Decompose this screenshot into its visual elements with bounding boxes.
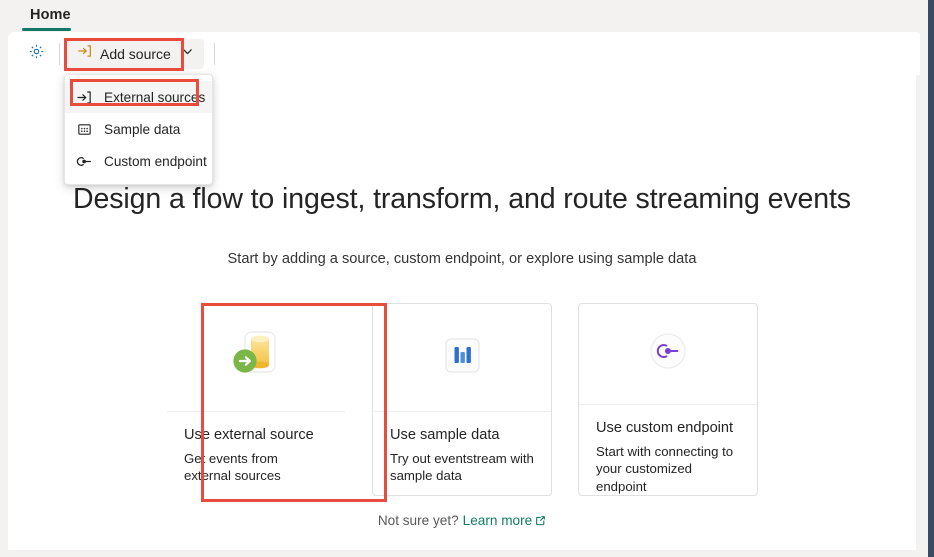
toolbar-divider-1	[59, 42, 60, 65]
card-use-custom-endpoint[interactable]: Use custom endpoint Start with connectin…	[578, 303, 758, 496]
source-card-list: Use external source Get events from exte…	[8, 303, 916, 496]
footer-prompt: Not sure yet?	[377, 513, 459, 528]
menu-item-label: Sample data	[104, 121, 181, 137]
right-navy-edge	[928, 0, 934, 557]
add-source-menu: External sources Sample data Custom endp…	[64, 74, 213, 185]
toolbar: Add source	[8, 32, 922, 75]
page-title: Design a flow to ingest, transform, and …	[73, 183, 851, 215]
tab-home-underline	[22, 28, 71, 31]
card-use-external-source[interactable]: Use external source Get events from exte…	[166, 303, 346, 496]
import-arrow-icon	[77, 43, 93, 64]
card-body: Use custom endpoint Start with connectin…	[579, 405, 757, 495]
app-window: Home Add source External sources Sample …	[0, 0, 934, 557]
card-description: Get events from external sources	[184, 451, 281, 484]
card-description: Start with connecting to your customized…	[596, 443, 734, 494]
card-description: Try out eventstream with sample data	[390, 451, 534, 484]
settings-button[interactable]	[20, 38, 52, 70]
learn-more-link[interactable]: Learn more	[463, 513, 533, 528]
add-source-wrapper: Add source	[67, 38, 204, 70]
custom-endpoint-icon	[76, 153, 93, 170]
card-title: Use external source	[184, 427, 314, 443]
footer-help: Not sure yet? Learn more	[8, 513, 916, 529]
menu-item-label: Custom endpoint	[104, 153, 207, 169]
right-shell-edge	[920, 0, 928, 557]
bottom-shell-edge	[0, 550, 920, 557]
external-link-icon	[535, 514, 546, 529]
bar-chart-icon	[433, 326, 491, 389]
card-body: Use sample data Try out eventstream with…	[373, 412, 551, 485]
page-subtitle: Start by adding a source, custom endpoin…	[227, 251, 697, 267]
tab-strip: Home	[0, 0, 920, 30]
chevron-down-icon	[181, 45, 194, 63]
menu-item-sample-data[interactable]: Sample data	[65, 113, 212, 145]
card-artwork	[373, 304, 551, 412]
database-with-green-arrow-icon	[225, 324, 287, 391]
tab-home-label: Home	[30, 7, 71, 23]
menu-item-custom-endpoint[interactable]: Custom endpoint	[65, 145, 212, 177]
custom-endpoint-circle-icon	[639, 322, 697, 385]
left-shell-edge	[0, 75, 8, 557]
menu-item-external-sources[interactable]: External sources	[65, 81, 212, 113]
card-use-sample-data[interactable]: Use sample data Try out eventstream with…	[372, 303, 552, 496]
import-arrow-icon	[76, 89, 93, 106]
card-title: Use sample data	[390, 427, 500, 443]
add-source-label: Add source	[100, 45, 171, 62]
tab-home[interactable]: Home	[22, 0, 79, 30]
card-artwork	[167, 304, 345, 412]
card-artwork	[579, 304, 757, 405]
menu-item-label: External sources	[104, 89, 206, 105]
card-title: Use custom endpoint	[596, 419, 734, 436]
toolbar-divider-2	[213, 42, 215, 65]
gear-icon	[28, 43, 45, 65]
add-source-button[interactable]: Add source	[67, 38, 204, 69]
card-body: Use external source Get events from exte…	[167, 412, 345, 485]
sample-data-grid-icon	[76, 121, 93, 138]
